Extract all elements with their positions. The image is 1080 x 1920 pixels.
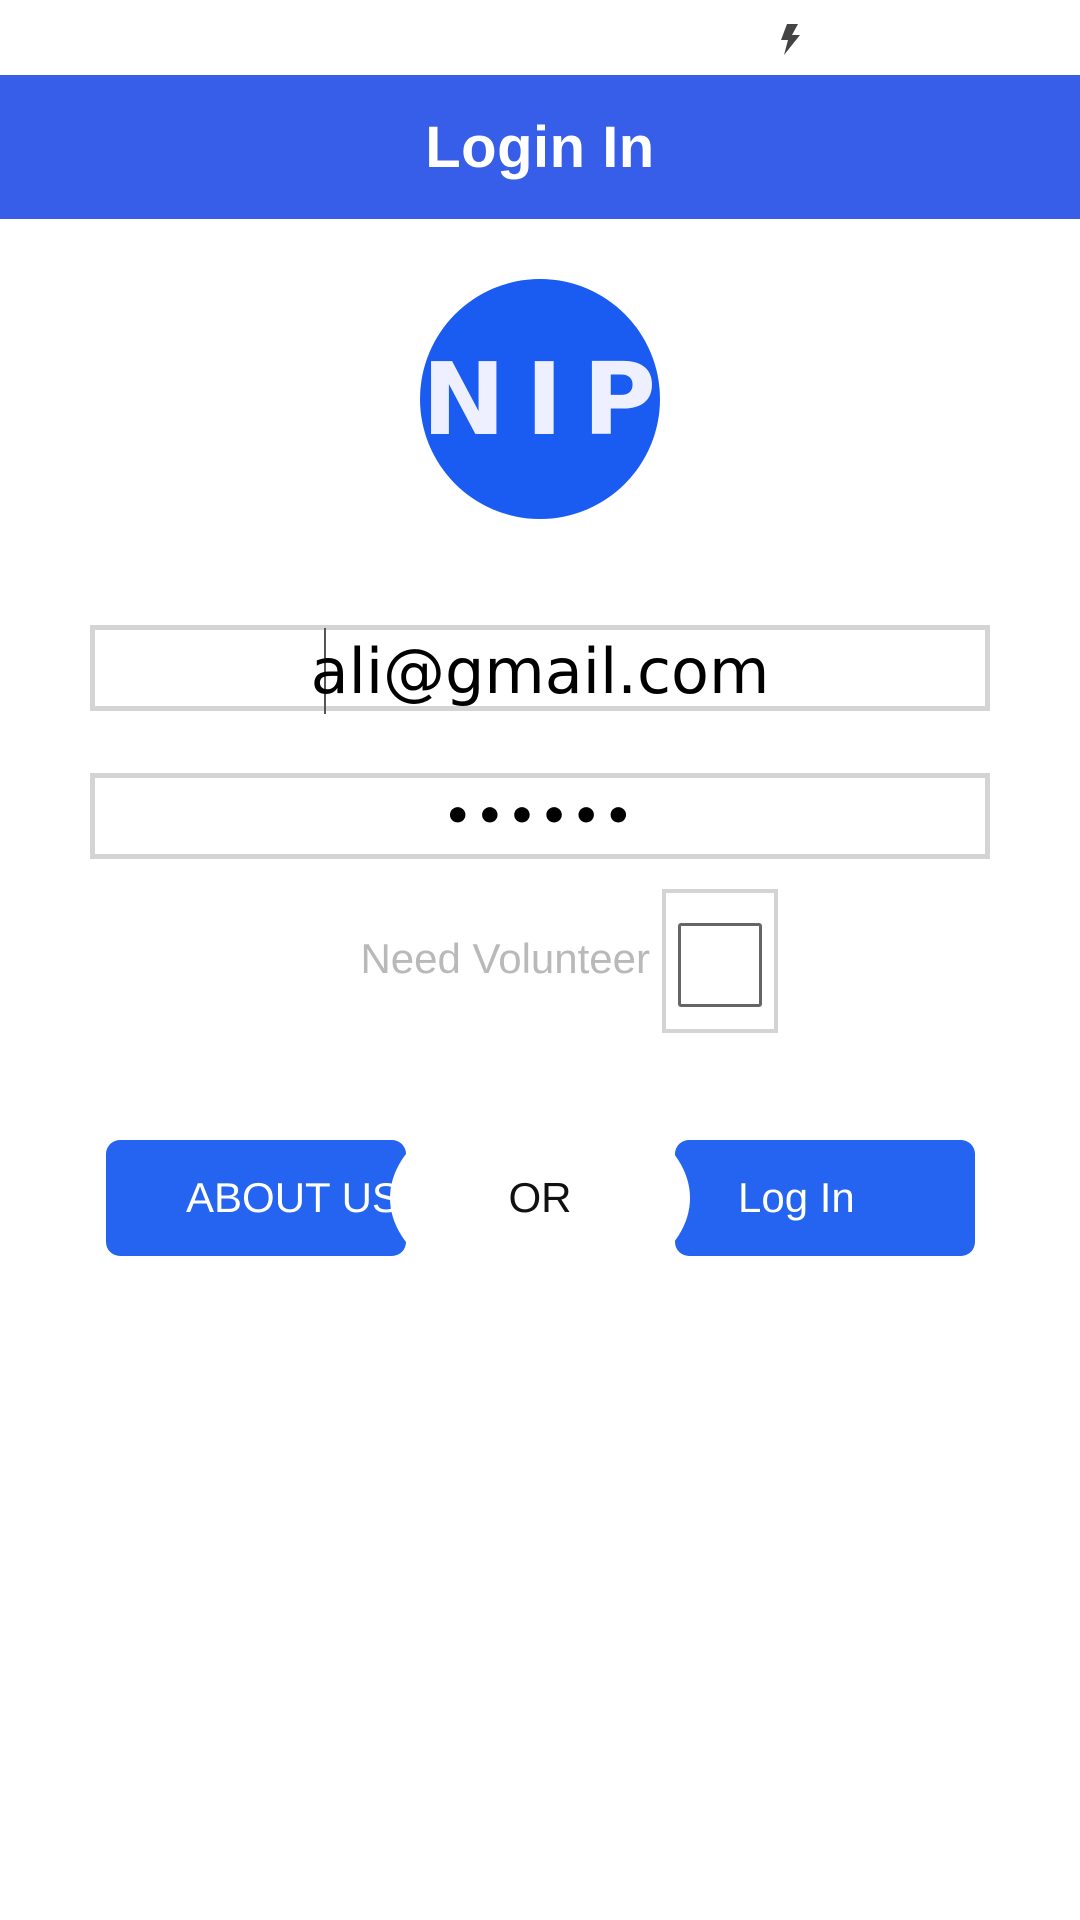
about-us-button[interactable]: ABOUT US [106, 1140, 406, 1256]
flash-icon [781, 24, 800, 55]
checkbox-box[interactable] [678, 923, 762, 1007]
email-field[interactable]: ali@gmail.com [90, 625, 990, 714]
login-screen: Login In NIP ali@gmail.com •••••• Need V… [0, 0, 1080, 1920]
logo-text: NIP [421, 340, 677, 458]
nip-logo: NIP [420, 279, 660, 519]
page-title: Login In [425, 114, 655, 180]
app-bar: Login In [0, 75, 1080, 219]
or-label: OR [508, 1174, 572, 1221]
password-value: •••••• [443, 790, 637, 842]
password-field[interactable]: •••••• [90, 773, 990, 859]
or-separator: OR [390, 1100, 690, 1296]
log-in-label: Log In [738, 1174, 855, 1221]
need-volunteer-label: Need Volunteer [360, 935, 650, 982]
log-in-button[interactable]: Log In [675, 1140, 975, 1256]
about-us-label: ABOUT US [186, 1174, 400, 1221]
email-value: ali@gmail.com [310, 634, 770, 708]
need-volunteer-checkbox[interactable] [662, 889, 778, 1033]
status-bar [0, 0, 1080, 75]
